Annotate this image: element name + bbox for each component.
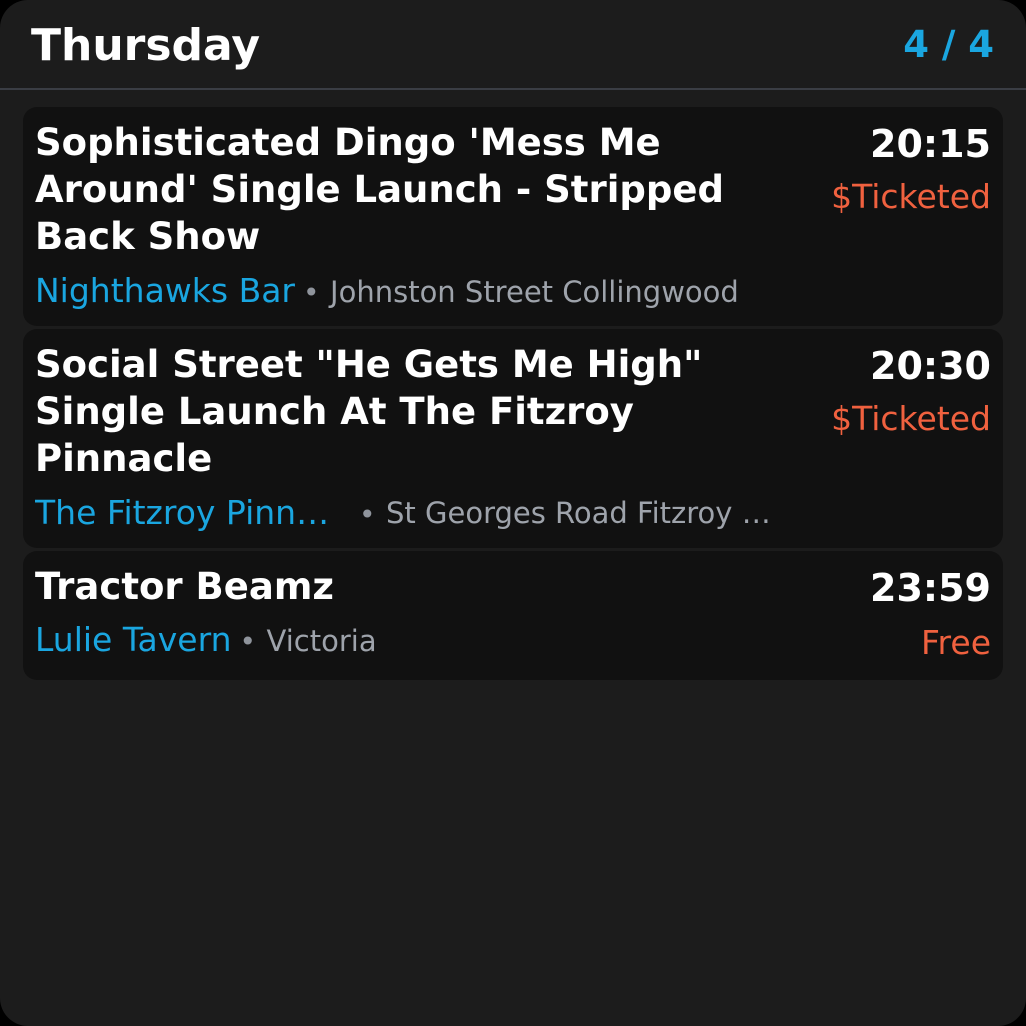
- venue-name[interactable]: The Fitzroy Pinnacle: [35, 493, 341, 533]
- venue-address: Johnston Street Collingwood: [330, 275, 739, 309]
- header: Thursday 4 / 4: [0, 0, 1026, 90]
- day-title: Thursday: [31, 20, 261, 71]
- page-indicator: 4 / 4: [903, 23, 994, 66]
- event-time: 20:30: [870, 344, 991, 388]
- event-time: 23:59: [870, 566, 991, 610]
- venue-line: The Fitzroy Pinnacle • St Georges Road Fi…: [35, 493, 786, 535]
- event-card[interactable]: Social Street "He Gets Me High" Single L…: [23, 329, 1003, 548]
- event-card[interactable]: Tractor Beamz 23:59 Free Lulie Tavern • V…: [23, 551, 1003, 680]
- venue-separator: •: [303, 276, 320, 309]
- venue-address: Victoria: [266, 624, 377, 658]
- event-time: 20:15: [870, 122, 991, 166]
- event-price: $Ticketed: [831, 399, 991, 438]
- event-title: Social Street "He Gets Me High" Single L…: [35, 343, 703, 480]
- venue-address: St Georges Road Fitzroy North: [386, 496, 787, 530]
- event-title: Sophisticated Dingo 'Mess Me Around' Sin…: [35, 121, 724, 258]
- gig-guide-app: Thursday 4 / 4 Sophisticated Dingo 'Mess…: [0, 0, 1026, 1026]
- venue-line: Nighthawks Bar • Johnston Street Collingw…: [35, 271, 739, 313]
- venue-separator: •: [359, 498, 376, 531]
- venue-separator: •: [239, 625, 257, 658]
- venue-name[interactable]: Nighthawks Bar: [35, 271, 295, 310]
- venue-line: Lulie Tavern • Victoria: [35, 620, 377, 662]
- venue-name[interactable]: Lulie Tavern: [35, 620, 232, 659]
- event-price: Free: [920, 623, 991, 662]
- event-price: $Ticketed: [831, 177, 991, 216]
- event-title: Tractor Beamz: [35, 565, 334, 608]
- event-card[interactable]: Sophisticated Dingo 'Mess Me Around' Sin…: [23, 107, 1003, 326]
